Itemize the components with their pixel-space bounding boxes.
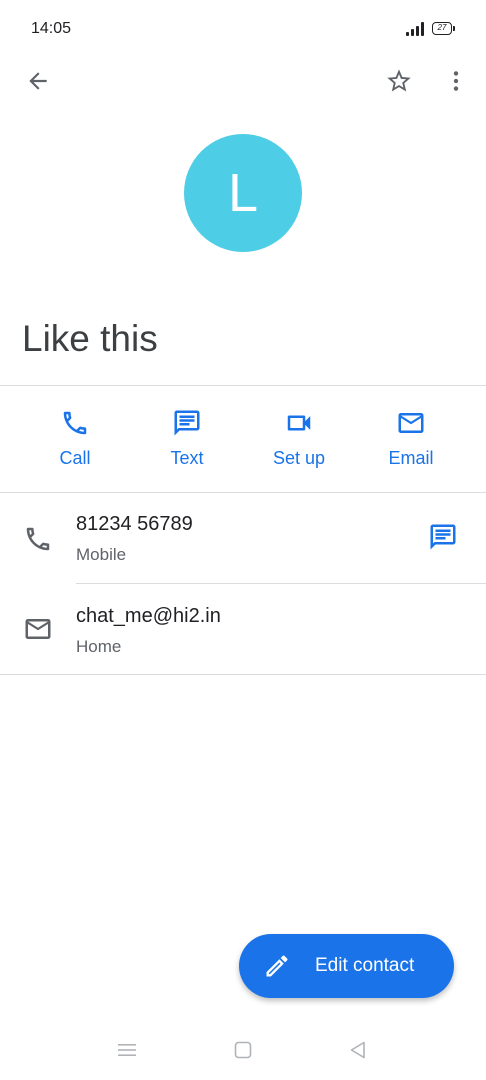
back-nav-button[interactable] <box>346 1038 370 1062</box>
signal-icon <box>406 22 424 36</box>
call-action[interactable]: Call <box>25 386 125 492</box>
email-label: Email <box>388 448 434 468</box>
back-triangle-icon <box>350 1041 365 1059</box>
home-square-icon <box>234 1041 252 1059</box>
menu-nav-button[interactable] <box>115 1038 139 1062</box>
send-message-button[interactable] <box>422 516 464 558</box>
contact-avatar: L <box>184 134 302 252</box>
star-outline-icon <box>387 69 411 92</box>
status-bar: 14:05 27 <box>0 0 486 58</box>
email-action[interactable]: Email <box>361 386 461 492</box>
divider <box>0 674 486 675</box>
message-icon <box>430 524 456 550</box>
more-options-button[interactable] <box>436 61 476 101</box>
setup-label: Set up <box>272 448 326 468</box>
video-icon <box>282 408 316 438</box>
status-time: 14:05 <box>31 20 72 37</box>
phone-type: Mobile <box>76 545 127 564</box>
pencil-icon <box>266 955 288 977</box>
phone-icon <box>20 521 56 557</box>
email-address: chat_me@hi2.in <box>76 605 221 627</box>
quick-actions: Call Text Set up Email <box>0 386 486 492</box>
arrow-back-icon <box>29 72 47 90</box>
setup-video-action[interactable]: Set up <box>249 386 349 492</box>
edit-contact-button[interactable]: Edit contact <box>239 934 454 998</box>
favorite-button[interactable] <box>379 61 419 101</box>
more-vert-icon <box>453 71 459 91</box>
text-label: Text <box>170 448 204 468</box>
contact-details-screen: 14:05 27 L Like this Call Text Set up Em… <box>0 0 486 1080</box>
contact-name: Like this <box>22 318 158 359</box>
app-bar <box>0 58 486 106</box>
email-type: Home <box>76 637 122 656</box>
call-label: Call <box>59 448 91 468</box>
edit-contact-label: Edit contact <box>315 955 415 976</box>
battery-icon: 27 <box>432 22 455 35</box>
back-button[interactable] <box>18 61 58 101</box>
home-nav-button[interactable] <box>231 1038 255 1062</box>
phone-number: 81234 56789 <box>76 513 193 535</box>
text-action[interactable]: Text <box>137 386 237 492</box>
phone-row[interactable]: 81234 56789 Mobile <box>0 493 486 585</box>
system-nav-bar <box>0 1020 486 1080</box>
email-row[interactable]: chat_me@hi2.in Home <box>0 584 486 676</box>
email-icon <box>394 408 428 438</box>
message-icon <box>170 408 204 438</box>
phone-icon <box>58 408 92 438</box>
menu-icon <box>118 1044 136 1056</box>
email-icon <box>20 611 56 647</box>
